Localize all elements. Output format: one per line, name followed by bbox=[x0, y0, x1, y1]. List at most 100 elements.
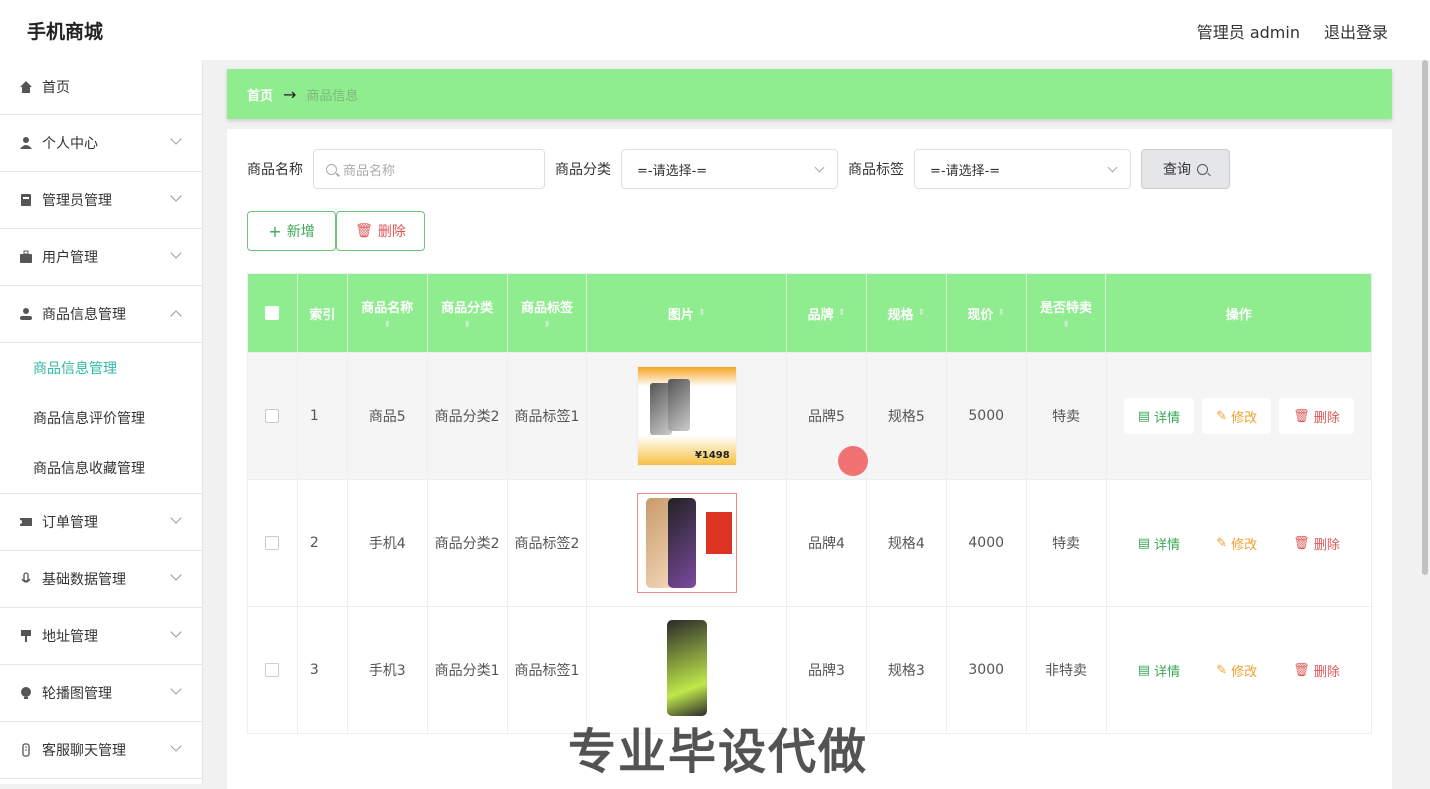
sidebar-item-chat[interactable]: 客服聊天管理 bbox=[0, 722, 202, 779]
header-actions: 管理员 admin 退出登录 bbox=[1197, 19, 1388, 43]
scrollbar-thumb[interactable] bbox=[1422, 60, 1428, 575]
cell-ops: ▤ 详情 ✎ 修改 🗑 删除 bbox=[1107, 353, 1372, 479]
row-checkbox[interactable] bbox=[265, 409, 280, 423]
sidebar-item-orders[interactable]: 订单管理 bbox=[0, 494, 202, 551]
category-select[interactable]: =-请选择-= bbox=[621, 149, 838, 189]
search-form: 商品名称 商品名称 商品分类 =-请选择-= 商品标签 =-请选择-= 查询 bbox=[247, 149, 1230, 189]
sidebar-item-personal[interactable]: 个人中心 bbox=[0, 115, 202, 172]
product-image-price: ¥1498 bbox=[694, 450, 730, 461]
product-name-placeholder: 商品名称 bbox=[343, 163, 396, 179]
edit-label: 修改 bbox=[1231, 537, 1258, 553]
query-button[interactable]: 查询 bbox=[1141, 149, 1230, 189]
col-image-label: 图片 bbox=[667, 307, 694, 323]
product-image[interactable]: ¥1498 bbox=[636, 366, 737, 466]
trash-icon: 🗑 bbox=[1293, 662, 1314, 678]
col-price[interactable]: 现价 ⬍ bbox=[947, 274, 1027, 352]
product-image[interactable] bbox=[636, 493, 737, 593]
edit-button[interactable]: ✎ 修改 bbox=[1202, 652, 1272, 688]
sort-icon: ⬍ bbox=[463, 319, 471, 330]
cell-special: 特卖 bbox=[1027, 480, 1107, 606]
sidebar-item-label: 用户管理 bbox=[42, 250, 98, 266]
cell-price: 3000 bbox=[947, 607, 1027, 733]
product-image[interactable] bbox=[636, 620, 737, 720]
page-scrollbar[interactable] bbox=[1420, 60, 1430, 784]
col-name[interactable]: 商品名称 ⬍ bbox=[348, 274, 428, 352]
row-select-cell bbox=[248, 353, 298, 479]
detail-label: 详情 bbox=[1154, 537, 1181, 553]
detail-button[interactable]: ▤ 详情 bbox=[1123, 525, 1195, 561]
document-icon: ▤ bbox=[1137, 662, 1155, 678]
category-label: 商品分类 bbox=[555, 162, 611, 178]
breadcrumb-home[interactable]: 首页 bbox=[247, 85, 273, 104]
chevron-up-icon bbox=[170, 310, 182, 322]
cell-image bbox=[587, 480, 788, 606]
sidebar-item-address[interactable]: 地址管理 bbox=[0, 608, 202, 665]
action-buttons: + 新增 🗑 删除 bbox=[247, 211, 425, 251]
col-special[interactable]: 是否特卖 ⬍ bbox=[1027, 274, 1107, 352]
delete-button[interactable]: 🗑 删除 bbox=[1279, 398, 1354, 434]
select-all-checkbox[interactable] bbox=[265, 306, 280, 320]
cell-category: 商品分类2 bbox=[428, 353, 508, 479]
sidebar-item-admin[interactable]: 管理员管理 bbox=[0, 172, 202, 229]
cell-price: 5000 bbox=[947, 353, 1027, 479]
sidebar-subitem-product-reviews[interactable]: 商品信息评价管理 bbox=[0, 393, 202, 443]
bulk-delete-button[interactable]: 🗑 删除 bbox=[336, 211, 425, 251]
promo-banner bbox=[705, 512, 732, 554]
device-icon bbox=[18, 742, 34, 758]
col-ops-label: 操作 bbox=[1225, 307, 1252, 323]
delete-button[interactable]: 🗑 删除 bbox=[1279, 652, 1354, 688]
col-price-label: 现价 bbox=[967, 307, 994, 323]
row-checkbox[interactable] bbox=[265, 663, 280, 677]
document-icon: ▤ bbox=[1137, 535, 1155, 551]
add-button[interactable]: + 新增 bbox=[247, 211, 336, 251]
col-image[interactable]: 图片 ⬍ bbox=[587, 274, 788, 352]
sidebar-item-users[interactable]: 用户管理 bbox=[0, 229, 202, 286]
sort-icon: ⬍ bbox=[837, 308, 846, 318]
col-spec[interactable]: 规格 ⬍ bbox=[867, 274, 947, 352]
col-index[interactable]: 索引 bbox=[298, 274, 348, 352]
bulb-icon bbox=[18, 685, 34, 701]
product-name-input[interactable]: 商品名称 bbox=[313, 149, 545, 189]
sidebar-item-carousel[interactable]: 轮播图管理 bbox=[0, 665, 202, 722]
sidebar-item-products[interactable]: 商品信息管理 bbox=[0, 286, 202, 343]
cell-category: 商品分类1 bbox=[428, 607, 508, 733]
chevron-down-icon bbox=[170, 247, 182, 259]
sidebar-item-home[interactable]: 首页 bbox=[0, 60, 202, 115]
edit-button[interactable]: ✎ 修改 bbox=[1202, 525, 1272, 561]
chevron-down-icon bbox=[170, 512, 182, 524]
main-panel: 商品名称 商品名称 商品分类 =-请选择-= 商品标签 =-请选择-= 查询 +… bbox=[227, 129, 1392, 789]
cell-index: 1 bbox=[298, 353, 348, 479]
tag-label: 商品标签 bbox=[848, 162, 904, 178]
sidebar-item-label: 订单管理 bbox=[42, 515, 98, 531]
detail-button[interactable]: ▤ 详情 bbox=[1123, 652, 1195, 688]
sort-icon: ⬍ bbox=[1062, 319, 1070, 330]
pencil-icon: ✎ bbox=[1216, 408, 1232, 424]
row-select-cell bbox=[248, 480, 298, 606]
delete-button[interactable]: 🗑 删除 bbox=[1279, 525, 1354, 561]
col-tag[interactable]: 商品标签 ⬍ bbox=[508, 274, 588, 352]
col-category[interactable]: 商品分类 ⬍ bbox=[428, 274, 508, 352]
ticket-icon bbox=[18, 514, 34, 530]
home-icon bbox=[18, 79, 34, 95]
sidebar-subitem-product-info[interactable]: 商品信息管理 bbox=[0, 343, 202, 393]
cell-ops: ▤ 详情 ✎ 修改 🗑 删除 bbox=[1107, 607, 1372, 733]
tag-select[interactable]: =-请选择-= bbox=[914, 149, 1131, 189]
col-brand[interactable]: 品牌 ⬍ bbox=[787, 274, 867, 352]
breadcrumb-current: 商品信息 bbox=[306, 88, 359, 104]
cell-index: 3 bbox=[298, 607, 348, 733]
phone-shape bbox=[667, 498, 696, 588]
edit-button[interactable]: ✎ 修改 bbox=[1202, 398, 1272, 434]
cursor-indicator bbox=[838, 446, 868, 476]
detail-button[interactable]: ▤ 详情 bbox=[1123, 398, 1195, 434]
logout-link[interactable]: 退出登录 bbox=[1324, 19, 1388, 43]
cell-name: 手机4 bbox=[348, 480, 428, 606]
col-spec-label: 规格 bbox=[887, 307, 914, 323]
cell-price: 4000 bbox=[947, 480, 1027, 606]
col-brand-label: 品牌 bbox=[807, 307, 834, 323]
sidebar-subitem-product-favorites[interactable]: 商品信息收藏管理 bbox=[0, 443, 202, 493]
sidebar-item-basic-data[interactable]: 基础数据管理 bbox=[0, 551, 202, 608]
row-checkbox[interactable] bbox=[265, 536, 280, 550]
admin-user-label[interactable]: 管理员 admin bbox=[1197, 19, 1300, 43]
sidebar-item-label: 基础数据管理 bbox=[42, 572, 126, 588]
chevron-down-icon bbox=[170, 569, 182, 581]
